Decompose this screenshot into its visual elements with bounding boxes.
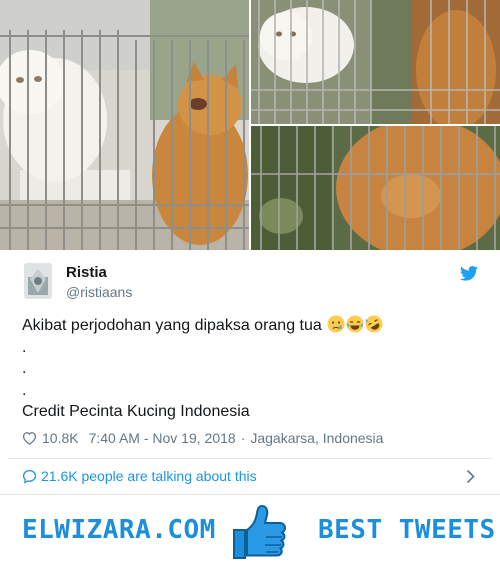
author-name[interactable]: Ristia: [66, 264, 107, 281]
tweet-text-dot-3: .: [22, 381, 27, 399]
tweet-credit: Credit Pecinta Kucing Indonesia: [22, 403, 250, 420]
cats-in-cage-photo-1[interactable]: [0, 0, 249, 250]
white-cat-in-cage-photo-2[interactable]: [251, 0, 500, 124]
tweet-text-line-1: Akibat perjodohan yang dipaksa orang tua: [22, 315, 482, 337]
like-count[interactable]: 10.8K: [42, 430, 79, 446]
brand-tagline: BEST TWEETS: [318, 515, 496, 545]
chevron-right-icon: [466, 469, 475, 484]
tweet-text: Akibat perjodohan yang dipaksa orang tua…: [22, 315, 482, 423]
rolling-laughing-emoji: [365, 315, 383, 333]
thumbs-up-icon: [233, 504, 287, 559]
brand-site-name: ELWIZARA.COM: [22, 515, 216, 545]
tweet-caption: Akibat perjodohan yang dipaksa orang tua: [22, 317, 322, 334]
author-avatar[interactable]: [24, 263, 52, 299]
talking-about-link[interactable]: 21.6K people are talking about this: [0, 459, 500, 494]
speech-bubble-icon: [22, 469, 37, 484]
author-handle[interactable]: @ristiaans: [66, 284, 132, 300]
crying-face-emoji: [327, 315, 345, 333]
twitter-bird-icon[interactable]: [460, 266, 478, 281]
tears-of-joy-emoji: [346, 315, 364, 333]
tweet-text-dot-1: .: [22, 338, 27, 356]
meta-separator: ·: [240, 430, 246, 446]
branding-footer: ELWIZARA.COM BEST TWEETS: [0, 495, 500, 568]
tweet-meta: 10.8K 7:40 AM - Nov 19, 2018 · Jagakarsa…: [22, 429, 383, 447]
orange-cat-paw-photo-3[interactable]: [251, 126, 500, 250]
tweet-text-dot-2: .: [22, 360, 27, 377]
tweet-timestamp[interactable]: 7:40 AM - Nov 19, 2018: [89, 430, 236, 446]
talking-about-text[interactable]: 21.6K people are talking about this: [41, 468, 257, 484]
heart-icon[interactable]: [22, 431, 37, 445]
tweet-location[interactable]: Jagakarsa, Indonesia: [250, 430, 383, 446]
photo-collage: [0, 0, 500, 250]
